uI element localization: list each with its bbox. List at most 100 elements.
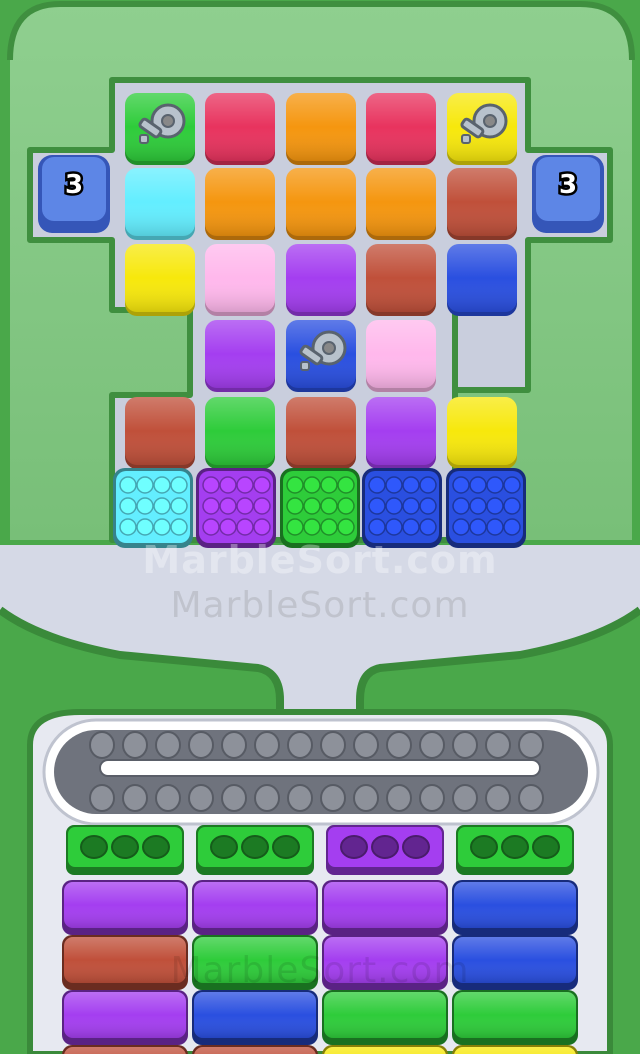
marble — [219, 476, 237, 494]
tray-hole — [210, 835, 238, 859]
marble — [136, 497, 154, 515]
board-tile-orange[interactable] — [286, 93, 356, 165]
marble-box-green[interactable] — [280, 468, 360, 548]
board-tile-pink[interactable] — [366, 320, 436, 392]
marble — [486, 476, 504, 494]
tray-block-green — [452, 990, 578, 1045]
board-tile-purple[interactable] — [366, 397, 436, 469]
game-scene: 33 — [0, 0, 640, 1054]
marble — [337, 518, 355, 536]
marble — [170, 518, 188, 536]
marble — [402, 518, 420, 536]
marble — [503, 476, 521, 494]
board-tile-green[interactable] — [205, 397, 275, 469]
tray-column-3[interactable] — [322, 825, 448, 1054]
board-tile-yellow[interactable] — [447, 397, 517, 469]
conveyor-slot — [353, 784, 379, 812]
board-tile-orange[interactable] — [286, 168, 356, 240]
tray-block-brick — [62, 935, 188, 990]
board-tile-brick[interactable] — [125, 397, 195, 469]
board-tile-purple[interactable] — [205, 320, 275, 392]
marble — [136, 518, 154, 536]
marble — [402, 476, 420, 494]
board-tile-cyan[interactable] — [125, 168, 195, 240]
tray-block-purple — [62, 990, 188, 1045]
marble — [202, 476, 220, 494]
marble — [419, 518, 437, 536]
conveyor-divider — [99, 759, 541, 777]
marble — [385, 518, 403, 536]
tray-column-4[interactable] — [452, 825, 578, 1054]
tray-block-purple — [322, 880, 448, 935]
tray-hole — [501, 835, 529, 859]
conveyor-slot — [254, 731, 280, 759]
board-tile-crimson[interactable] — [366, 93, 436, 165]
marble — [286, 476, 304, 494]
marble — [202, 497, 220, 515]
side-counter-left: 3 — [38, 155, 110, 233]
tray-block-purple — [62, 880, 188, 935]
marble-box-purple[interactable] — [196, 468, 276, 548]
conveyor-slot — [155, 731, 181, 759]
conveyor-slot — [188, 731, 214, 759]
board-tile-yellow-key[interactable] — [447, 93, 517, 165]
board-tile-pink[interactable] — [205, 244, 275, 316]
tray-hole — [371, 835, 399, 859]
board-tile-orange[interactable] — [205, 168, 275, 240]
tray-block-green — [322, 990, 448, 1045]
marble — [337, 476, 355, 494]
marble — [119, 497, 137, 515]
tray-column-1[interactable] — [62, 825, 188, 1054]
marble-box-blue[interactable] — [446, 468, 526, 548]
marble-box-cyan[interactable] — [113, 468, 193, 548]
conveyor-slot — [287, 784, 313, 812]
conveyor-slot — [122, 731, 148, 759]
tray-hole — [80, 835, 108, 859]
marble — [202, 518, 220, 536]
tray-cup-purple[interactable] — [326, 825, 444, 875]
tray-block-brick — [192, 1045, 318, 1054]
tray-column-2[interactable] — [192, 825, 318, 1054]
board-tile-blue-key[interactable] — [286, 320, 356, 392]
side-counter-value: 3 — [559, 170, 577, 200]
tray-cup-green[interactable] — [66, 825, 184, 875]
conveyor-slot — [386, 784, 412, 812]
conveyor-slot — [353, 731, 379, 759]
board-tile-purple[interactable] — [286, 244, 356, 316]
board-tile-blue[interactable] — [447, 244, 517, 316]
marble — [385, 476, 403, 494]
tray-cup-green[interactable] — [456, 825, 574, 875]
conveyor-slot — [485, 731, 511, 759]
conveyor-slot — [287, 731, 313, 759]
tray-cup-green[interactable] — [196, 825, 314, 875]
board-tile-yellow[interactable] — [125, 244, 195, 316]
marble — [320, 497, 338, 515]
marble-box-blue[interactable] — [362, 468, 442, 548]
tray-hole — [142, 835, 170, 859]
board-tile-brick[interactable] — [366, 244, 436, 316]
board-tile-brick[interactable] — [286, 397, 356, 469]
tray-hole — [111, 835, 139, 859]
marble — [337, 497, 355, 515]
tray-block-yellow — [452, 1045, 578, 1054]
marble — [503, 497, 521, 515]
marble — [253, 518, 271, 536]
marble — [503, 518, 521, 536]
tray-block-purple — [322, 935, 448, 990]
board-tile-crimson[interactable] — [205, 93, 275, 165]
board-tile-green-key[interactable] — [125, 93, 195, 165]
board-tile-brick[interactable] — [447, 168, 517, 240]
marble — [236, 518, 254, 536]
conveyor-slot — [320, 784, 346, 812]
tray-block-yellow — [322, 1045, 448, 1054]
marble — [320, 476, 338, 494]
conveyor-slot — [254, 784, 280, 812]
marble — [419, 476, 437, 494]
marble — [253, 497, 271, 515]
marble — [385, 497, 403, 515]
side-counter-right: 3 — [532, 155, 604, 233]
marble — [219, 518, 237, 536]
board-tile-orange[interactable] — [366, 168, 436, 240]
marble — [170, 497, 188, 515]
conveyor-slot — [518, 731, 544, 759]
